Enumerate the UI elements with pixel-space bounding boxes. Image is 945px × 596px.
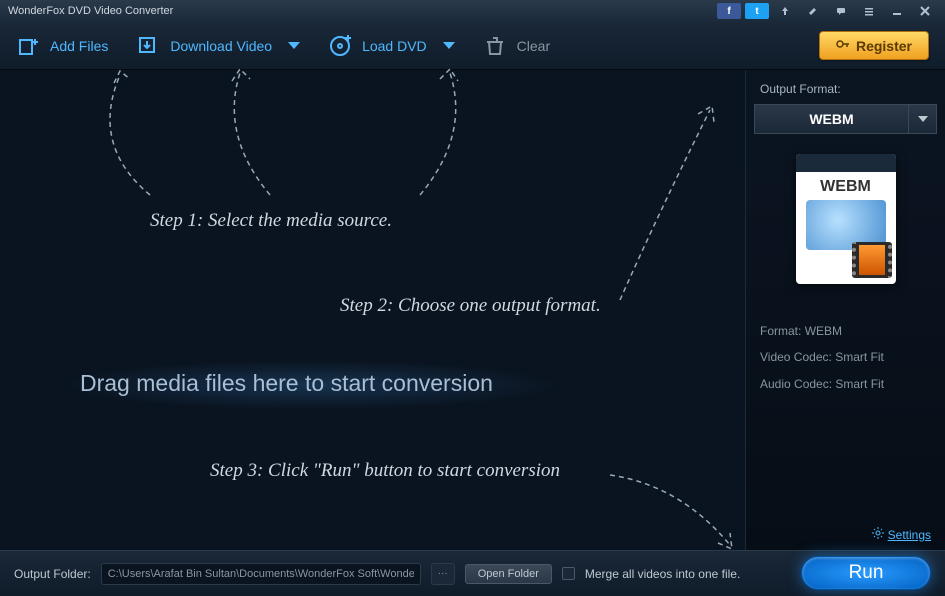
chevron-down-icon — [908, 105, 936, 133]
format-thumbnail[interactable]: WEBM — [796, 154, 896, 284]
add-files-label: Add Files — [50, 38, 108, 54]
chevron-down-icon — [288, 42, 300, 49]
step1-hint: Step 1: Select the media source. — [150, 210, 392, 232]
open-folder-button[interactable]: Open Folder — [465, 564, 552, 584]
title-bar: WonderFox DVD Video Converter f t — [0, 0, 945, 22]
add-files-button[interactable]: Add Files — [16, 34, 108, 58]
selected-format: WEBM — [755, 111, 908, 127]
bottom-bar: Output Folder: ··· Open Folder Merge all… — [0, 550, 945, 596]
window-title: WonderFox DVD Video Converter — [8, 5, 717, 17]
run-button[interactable]: Run — [801, 556, 931, 590]
arrow-2 — [190, 65, 310, 205]
step2-hint: Step 2: Choose one output format. — [340, 295, 601, 317]
merge-label: Merge all videos into one file. — [585, 567, 740, 581]
trash-icon — [483, 34, 507, 58]
load-dvd-label: Load DVD — [362, 38, 427, 54]
output-sidebar: Output Format: WEBM WEBM Format: WEBM Vi… — [745, 70, 945, 550]
settings-label: Settings — [888, 528, 931, 542]
arrow-3 — [400, 65, 520, 205]
add-files-icon — [16, 34, 40, 58]
key-icon — [836, 37, 850, 54]
feedback-icon[interactable] — [829, 3, 853, 19]
update-icon[interactable] — [773, 3, 797, 19]
output-folder-label: Output Folder: — [14, 567, 91, 581]
dvd-icon — [328, 34, 352, 58]
thumb-label: WEBM — [796, 172, 896, 200]
gear-icon — [872, 527, 884, 542]
tools-icon[interactable] — [801, 3, 825, 19]
format-selector[interactable]: WEBM — [754, 104, 937, 134]
chevron-down-icon — [443, 42, 455, 49]
load-dvd-button[interactable]: Load DVD — [328, 34, 455, 58]
clear-button[interactable]: Clear — [483, 34, 550, 58]
close-icon[interactable] — [913, 3, 937, 19]
download-icon — [136, 34, 160, 58]
output-folder-input[interactable] — [101, 563, 421, 585]
settings-link[interactable]: Settings — [872, 527, 931, 542]
output-format-label: Output Format: — [746, 78, 945, 100]
step3-hint: Step 3: Click "Run" button to start conv… — [210, 460, 560, 482]
download-video-button[interactable]: Download Video — [136, 34, 300, 58]
register-button[interactable]: Register — [819, 31, 929, 60]
browse-button[interactable]: ··· — [431, 563, 455, 585]
drag-hint: Drag media files here to start conversio… — [80, 370, 493, 397]
format-info: Format: WEBM Video Codec: Smart Fit Audi… — [746, 314, 945, 401]
main-toolbar: Add Files Download Video Load DVD Clear … — [0, 22, 945, 70]
drop-zone[interactable]: Step 1: Select the media source. Step 2:… — [0, 70, 745, 550]
minimize-icon[interactable] — [885, 3, 909, 19]
facebook-icon[interactable]: f — [717, 3, 741, 19]
arrow-4 — [600, 90, 750, 310]
merge-checkbox[interactable] — [562, 567, 575, 580]
clear-label: Clear — [517, 38, 550, 54]
twitter-icon[interactable]: t — [745, 3, 769, 19]
menu-icon[interactable] — [857, 3, 881, 19]
system-buttons: f t — [717, 3, 937, 19]
download-video-label: Download Video — [170, 38, 272, 54]
register-label: Register — [856, 38, 912, 54]
